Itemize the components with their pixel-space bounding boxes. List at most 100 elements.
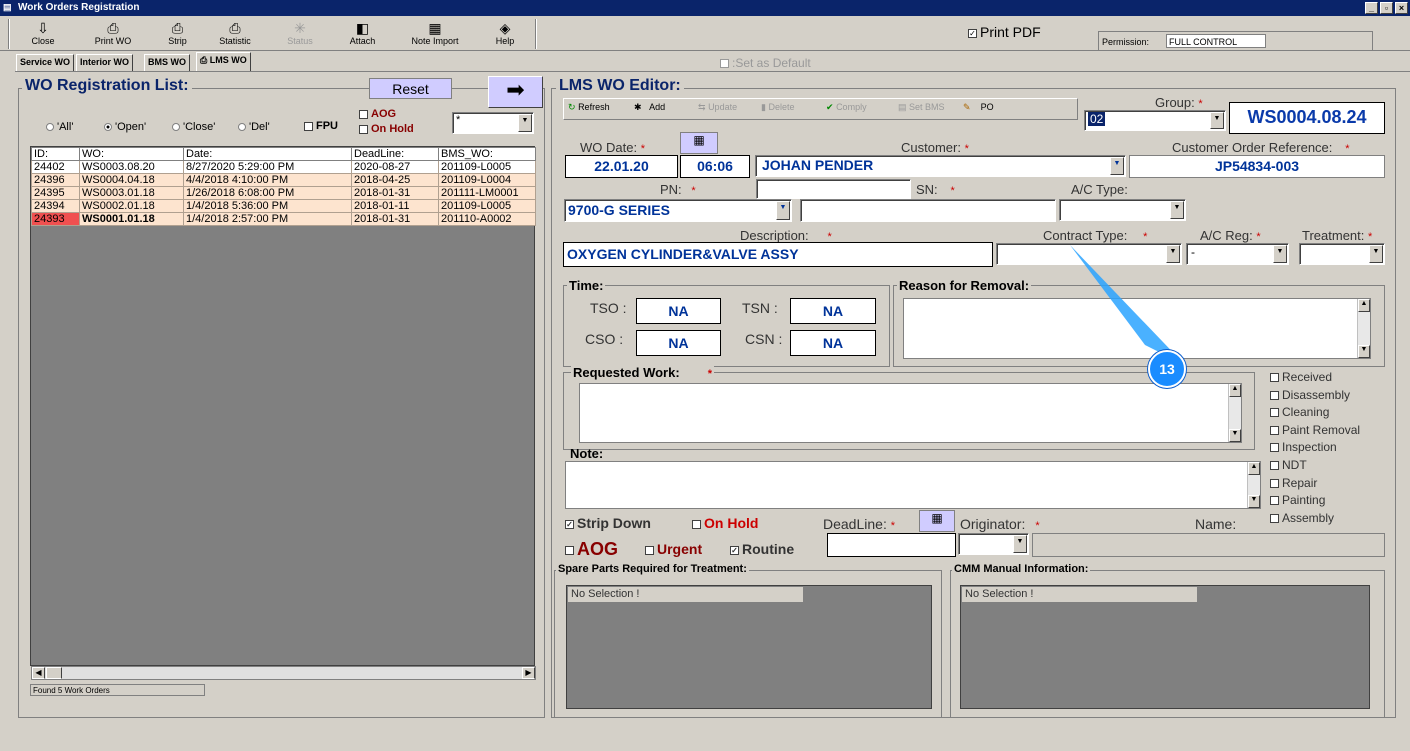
print-pdf-checkbox[interactable]: ✓ Print PDF — [968, 24, 1041, 40]
close-button[interactable]: ⇩ Close — [18, 20, 68, 50]
chevron-down-icon[interactable]: ▼ — [1273, 245, 1287, 263]
contract-type-select[interactable]: ▼ — [996, 243, 1182, 265]
attach-button[interactable]: ◧ Attach — [340, 20, 385, 50]
painting-checkbox[interactable]: Painting — [1270, 493, 1325, 507]
routine-checkbox[interactable]: ✓ Routine — [730, 541, 794, 557]
tab-bms-wo[interactable]: BMS WO — [144, 54, 190, 71]
po-button[interactable]: ✎ PO — [959, 99, 998, 119]
scrollbar[interactable]: ▲ ▼ — [1247, 462, 1260, 508]
reason-textarea[interactable]: ▲ ▼ — [903, 298, 1371, 359]
tso-field[interactable]: NA — [636, 298, 721, 324]
column-id[interactable]: ID: — [31, 147, 80, 161]
add-button[interactable]: ✱ Add — [630, 99, 669, 119]
pn-search-input[interactable] — [756, 179, 911, 199]
treatment-select[interactable]: ▼ — [1299, 243, 1385, 265]
scroll-left-icon[interactable]: ◀ — [32, 667, 45, 679]
paint-removal-checkbox[interactable]: Paint Removal — [1270, 423, 1360, 437]
scroll-up-icon[interactable]: ▲ — [1248, 462, 1260, 475]
filter-close[interactable]: 'Close' — [172, 121, 215, 133]
table-row[interactable]: 24394 WS0002.01.18 1/4/2018 5:36:00 PM 2018… — [31, 199, 536, 213]
scroll-down-icon[interactable]: ▼ — [1358, 345, 1370, 358]
delete-button[interactable]: ▮ Delete — [757, 99, 798, 119]
checkbox[interactable]: ✓ — [968, 28, 977, 38]
repair-checkbox[interactable]: Repair — [1270, 476, 1317, 490]
tab-lms-wo[interactable]: ⎙ LMS WO — [196, 52, 251, 71]
refresh-button[interactable]: ↻ Refresh — [564, 99, 614, 119]
scroll-thumb[interactable] — [46, 667, 62, 679]
statistic-button[interactable]: ⎙ Statistic — [210, 20, 260, 50]
cso-field[interactable]: NA — [636, 330, 721, 356]
scroll-up-icon[interactable]: ▲ — [1229, 384, 1241, 397]
wo-date-field[interactable]: 22.01.20 — [565, 155, 678, 178]
table-row[interactable]: 24402 WS0003.08.20 8/27/2020 5:29:00 PM 202… — [31, 160, 536, 174]
minimize-button[interactable]: _ — [1365, 2, 1378, 14]
description-field[interactable]: OXYGEN CYLINDER&VALVE ASSY — [563, 242, 993, 267]
sn-field[interactable] — [800, 199, 1056, 222]
table-row-selected[interactable]: 24393 WS0001.01.18 1/4/2018 2:57:00 PM 2018… — [31, 212, 536, 226]
update-button[interactable]: ⇆ Update — [694, 99, 741, 119]
table-row[interactable]: 24396 WS0004.04.18 4/4/2018 4:10:00 PM 2018… — [31, 173, 536, 187]
requested-work-textarea[interactable]: ▲ ▼ — [579, 383, 1242, 443]
column-bms-wo[interactable]: BMS_WO: — [438, 147, 536, 161]
column-date[interactable]: Date: — [183, 147, 352, 161]
table-row[interactable]: 24395 WS0003.01.18 1/26/2018 6:08:00 PM 201… — [31, 186, 536, 200]
customer-select[interactable]: JOHAN PENDER ▼ — [755, 155, 1126, 177]
status-button[interactable]: ✳ Status — [280, 20, 320, 50]
cmm-list[interactable]: No Selection ! — [960, 585, 1370, 709]
strip-down-checkbox[interactable]: ✓ Strip Down — [565, 515, 651, 531]
help-button[interactable]: ◈ Help — [485, 20, 525, 50]
aog-filter-checkbox[interactable]: AOG — [359, 108, 396, 120]
set-bms-button[interactable]: ▤ Set BMS — [894, 99, 949, 119]
ac-type-select[interactable]: ▼ — [1059, 199, 1186, 221]
scroll-down-icon[interactable]: ▼ — [1229, 429, 1241, 442]
on-hold-checkbox[interactable]: On Hold — [692, 515, 758, 531]
scroll-up-icon[interactable]: ▲ — [1358, 299, 1370, 312]
inspection-checkbox[interactable]: Inspection — [1270, 440, 1337, 454]
note-textarea[interactable]: ▲ ▼ — [565, 461, 1261, 509]
print-wo-button[interactable]: ⎙ Print WO — [88, 20, 138, 50]
group-select[interactable]: 02 ▼ — [1084, 110, 1226, 131]
chevron-down-icon[interactable]: ▼ — [776, 201, 790, 220]
chevron-down-icon[interactable]: ▼ — [1013, 535, 1027, 553]
deadline-calendar-button[interactable]: ▦ — [919, 510, 955, 532]
scrollbar[interactable]: ▲ ▼ — [1228, 384, 1241, 442]
customer-ref-field[interactable]: JP54834-003 — [1129, 155, 1385, 178]
horizontal-scrollbar[interactable]: ◀ ▶ — [31, 666, 536, 680]
fpu-checkbox[interactable]: FPU — [304, 120, 338, 132]
filter-select[interactable]: * ▼ — [452, 112, 534, 134]
name-field[interactable] — [1032, 533, 1385, 557]
maximize-button[interactable]: ▫ — [1380, 2, 1393, 14]
scrollbar[interactable]: ▲ ▼ — [1357, 299, 1370, 358]
on-hold-filter-checkbox[interactable]: On Hold — [359, 123, 414, 135]
note-import-button[interactable]: ▦ Note Import — [405, 20, 465, 50]
column-deadline[interactable]: DeadLine: — [351, 147, 439, 161]
tab-interior-wo[interactable]: Interior WO — [76, 54, 133, 71]
close-window-button[interactable]: × — [1395, 2, 1408, 14]
assembly-checkbox[interactable]: Assembly — [1270, 511, 1334, 525]
spare-parts-list[interactable]: No Selection ! — [566, 585, 932, 709]
chevron-down-icon[interactable]: ▼ — [1166, 245, 1180, 263]
chevron-down-icon[interactable]: ▼ — [1110, 157, 1124, 175]
received-checkbox[interactable]: Received — [1270, 370, 1332, 384]
chevron-down-icon[interactable]: ▼ — [1210, 112, 1224, 129]
chevron-down-icon[interactable]: ▼ — [518, 114, 532, 132]
reset-button[interactable]: Reset — [369, 78, 452, 99]
strip-button[interactable]: ⎙ Strip — [155, 20, 200, 50]
originator-select[interactable]: ▼ — [958, 533, 1029, 555]
aog-checkbox[interactable]: AOG — [565, 539, 618, 560]
filter-del[interactable]: 'Del' — [238, 121, 270, 133]
ac-reg-select[interactable]: - ▼ — [1186, 243, 1289, 265]
tab-service-wo[interactable]: Service WO — [16, 54, 75, 71]
forward-arrow-button[interactable]: ➡ — [488, 76, 543, 108]
wo-time-field[interactable]: 06:06 — [680, 155, 750, 178]
deadline-field[interactable] — [827, 533, 956, 557]
tsn-field[interactable]: NA — [790, 298, 876, 324]
scroll-right-icon[interactable]: ▶ — [522, 667, 535, 679]
csn-field[interactable]: NA — [790, 330, 876, 356]
chevron-down-icon[interactable]: ▼ — [1369, 245, 1383, 263]
calendar-button[interactable]: ▦ — [680, 132, 718, 154]
column-wo[interactable]: WO: — [79, 147, 184, 161]
comply-button[interactable]: ✔ Comply — [822, 99, 871, 119]
disassembly-checkbox[interactable]: Disassembly — [1270, 388, 1350, 402]
cleaning-checkbox[interactable]: Cleaning — [1270, 405, 1329, 419]
